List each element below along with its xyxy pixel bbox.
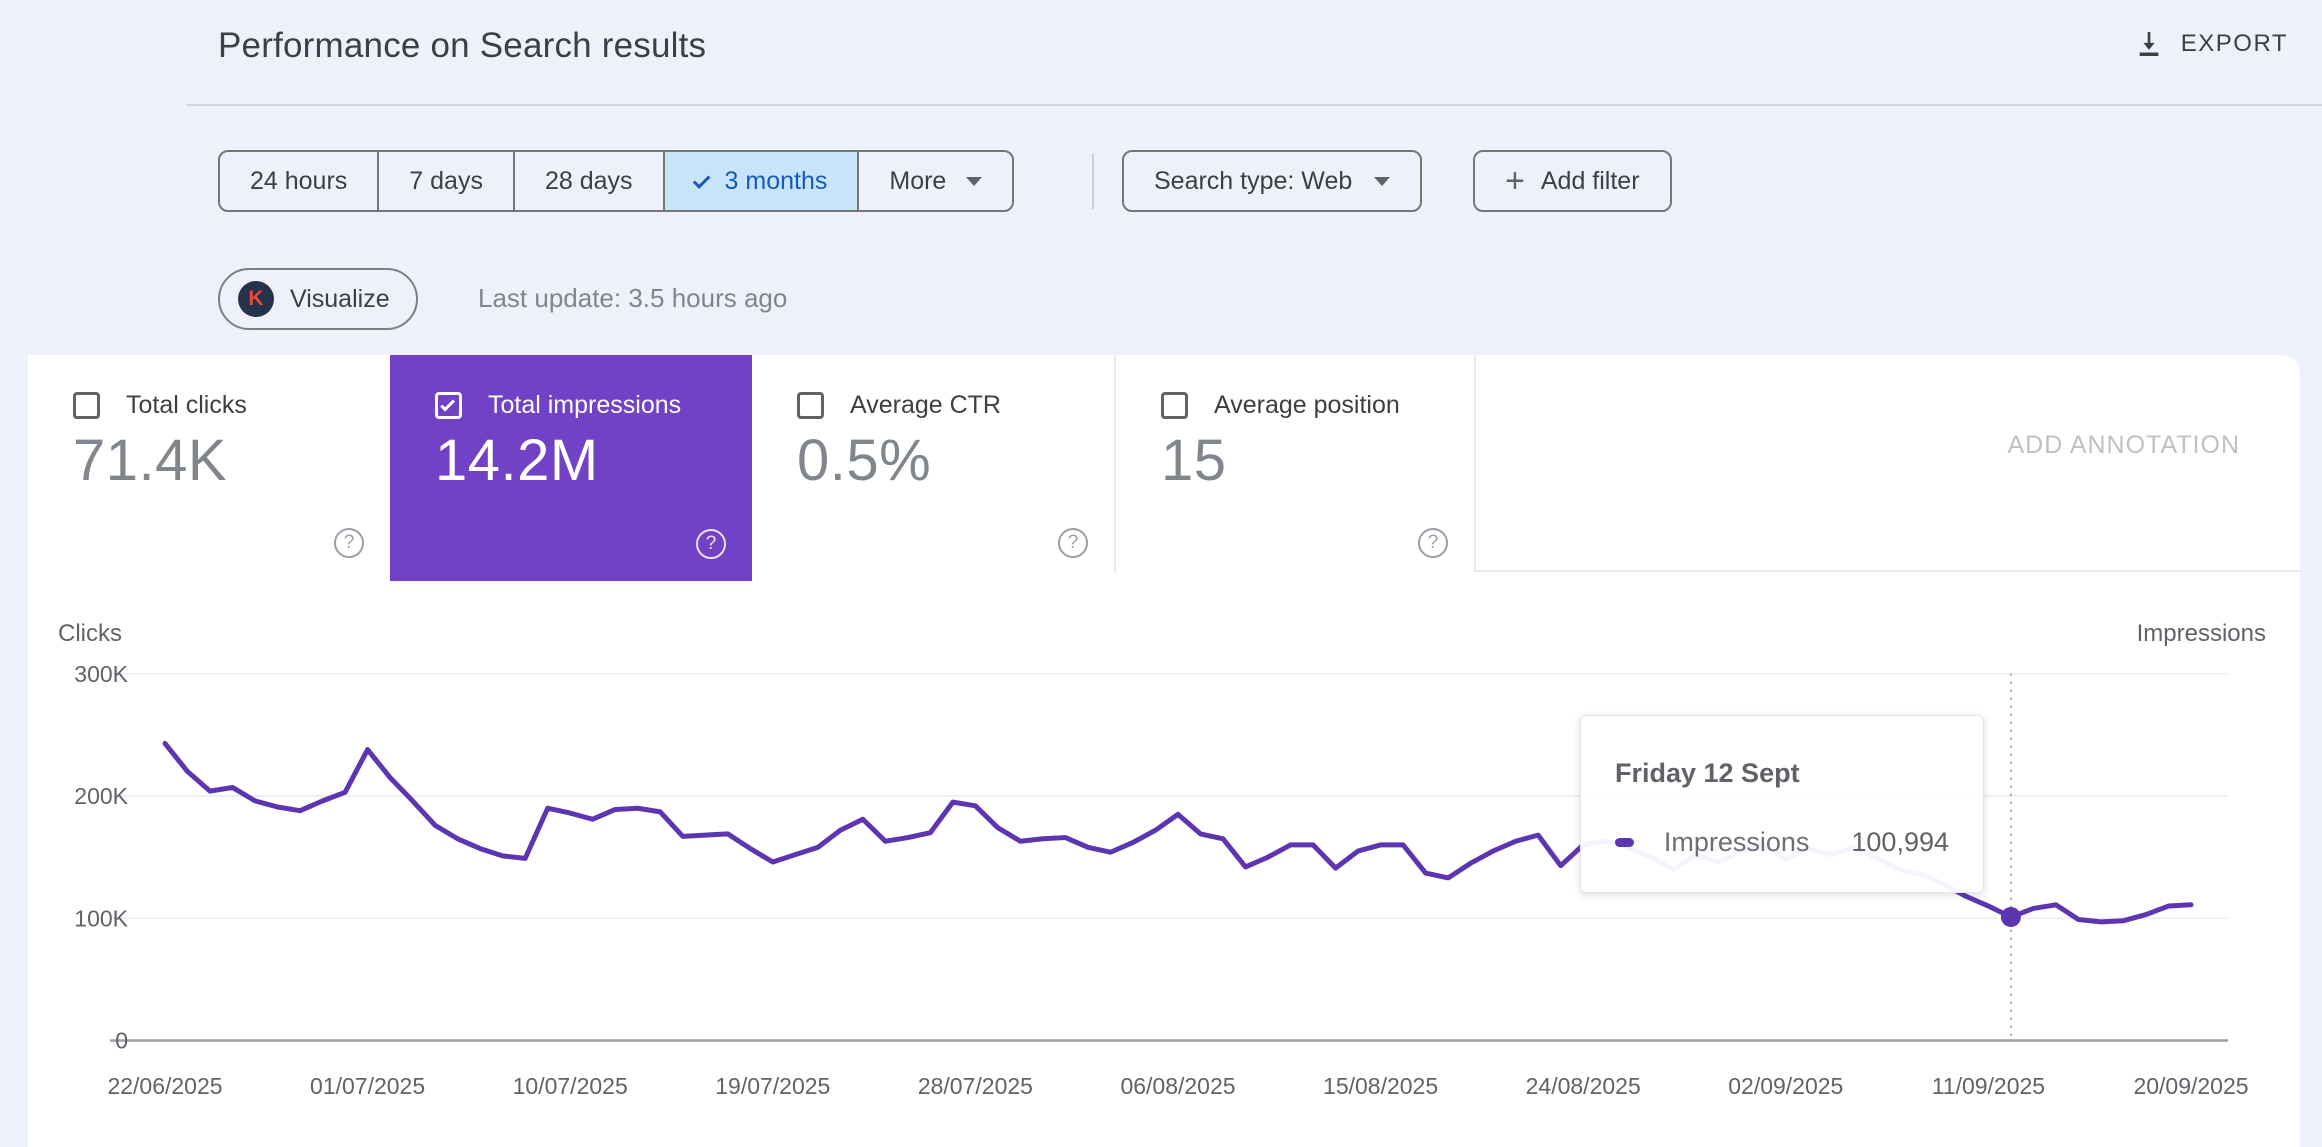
search-type-label: Search type: Web <box>1154 166 1353 195</box>
plus-icon: + <box>1505 162 1525 200</box>
total-impressions-checkbox[interactable] <box>435 392 462 419</box>
card-average-position[interactable]: Average position 15 ? <box>1114 355 1476 572</box>
svg-text:100K: 100K <box>74 905 128 931</box>
card-average-ctr[interactable]: Average CTR 0.5% ? <box>752 355 1114 572</box>
card-total-clicks[interactable]: Total clicks 71.4K ? <box>28 355 390 572</box>
svg-text:22/06/2025: 22/06/2025 <box>107 1073 222 1099</box>
series-legend-dash-icon <box>1615 838 1634 847</box>
svg-text:28/07/2025: 28/07/2025 <box>918 1073 1033 1099</box>
svg-text:02/09/2025: 02/09/2025 <box>1728 1073 1843 1099</box>
svg-text:20/09/2025: 20/09/2025 <box>2133 1073 2248 1099</box>
page-title: Performance on Search results <box>218 26 707 65</box>
help-icon[interactable]: ? <box>334 528 364 558</box>
svg-text:06/08/2025: 06/08/2025 <box>1120 1073 1235 1099</box>
range-7-days[interactable]: 7 days <box>377 152 513 210</box>
export-label: EXPORT <box>2180 30 2288 57</box>
range-28-days[interactable]: 28 days <box>512 152 663 210</box>
chart-tooltip: Friday 12 Sept Impressions 100,994 <box>1580 715 1984 893</box>
metric-cards-row: Total clicks 71.4K ? Total impressions 1… <box>28 355 2300 581</box>
add-filter-button[interactable]: + Add filter <box>1473 150 1672 212</box>
help-icon[interactable]: ? <box>1418 528 1448 558</box>
svg-text:11/09/2025: 11/09/2025 <box>1932 1073 2045 1099</box>
svg-text:01/07/2025: 01/07/2025 <box>310 1073 425 1099</box>
visualize-label: Visualize <box>290 284 390 313</box>
svg-text:19/07/2025: 19/07/2025 <box>715 1073 830 1099</box>
svg-text:10/07/2025: 10/07/2025 <box>513 1073 628 1099</box>
card-label: Average CTR <box>850 391 1001 419</box>
tooltip-series-name: Impressions <box>1663 827 1810 857</box>
impressions-line-chart[interactable]: Clicks Impressions 300K 200K 100K 0 22/06/20… <box>28 600 2300 1147</box>
range-label: 3 months <box>724 166 828 195</box>
check-icon <box>439 396 455 412</box>
filter-divider <box>1092 153 1094 209</box>
visualize-button[interactable]: K Visualize <box>218 268 418 330</box>
card-value: 0.5% <box>797 428 932 493</box>
download-icon <box>2139 32 2159 56</box>
card-value: 71.4K <box>73 428 228 493</box>
range-24-hours[interactable]: 24 hours <box>220 152 377 210</box>
svg-text:300K: 300K <box>74 661 128 687</box>
card-value: 15 <box>1161 428 1227 493</box>
chevron-down-icon <box>966 176 983 186</box>
tooltip-date: Friday 12 Sept <box>1615 758 1800 788</box>
export-button[interactable]: EXPORT <box>2123 22 2298 66</box>
svg-text:24/08/2025: 24/08/2025 <box>1526 1073 1641 1099</box>
range-label: 28 days <box>544 166 633 195</box>
svg-text:200K: 200K <box>74 783 128 809</box>
card-label: Total impressions <box>488 391 682 419</box>
date-range-segmented-control: 24 hours 7 days 28 days 3 months More <box>218 150 1015 212</box>
search-type-dropdown[interactable]: Search type: Web <box>1122 150 1423 212</box>
range-more-dropdown[interactable]: More <box>857 152 1012 210</box>
range-label: More <box>889 166 947 195</box>
svg-text:0: 0 <box>115 1028 128 1054</box>
check-icon <box>692 170 710 189</box>
help-icon[interactable]: ? <box>696 529 726 559</box>
add-filter-label: Add filter <box>1540 166 1640 195</box>
performance-panel: Total clicks 71.4K ? Total impressions 1… <box>28 355 2300 1147</box>
average-ctr-checkbox[interactable] <box>797 392 824 419</box>
chevron-down-icon <box>1374 176 1391 186</box>
visualize-app-icon: K <box>238 281 274 317</box>
card-value: 14.2M <box>435 428 599 493</box>
total-clicks-checkbox[interactable] <box>73 392 100 419</box>
svg-text:15/08/2025: 15/08/2025 <box>1323 1073 1438 1099</box>
card-label: Average position <box>1214 391 1400 419</box>
help-icon[interactable]: ? <box>1058 528 1088 558</box>
card-label: Total clicks <box>126 391 247 419</box>
range-label: 24 hours <box>250 166 348 195</box>
range-3-months[interactable]: 3 months <box>662 152 858 210</box>
card-total-impressions[interactable]: Total impressions 14.2M ? <box>390 355 752 581</box>
range-label: 7 days <box>409 166 483 195</box>
tooltip-value: 100,994 <box>1851 827 1949 857</box>
header-divider <box>187 104 2322 106</box>
last-update-text: Last update: 3.5 hours ago <box>478 283 788 313</box>
average-position-checkbox[interactable] <box>1161 392 1188 419</box>
add-annotation-button[interactable]: ADD ANNOTATION <box>2007 431 2240 460</box>
